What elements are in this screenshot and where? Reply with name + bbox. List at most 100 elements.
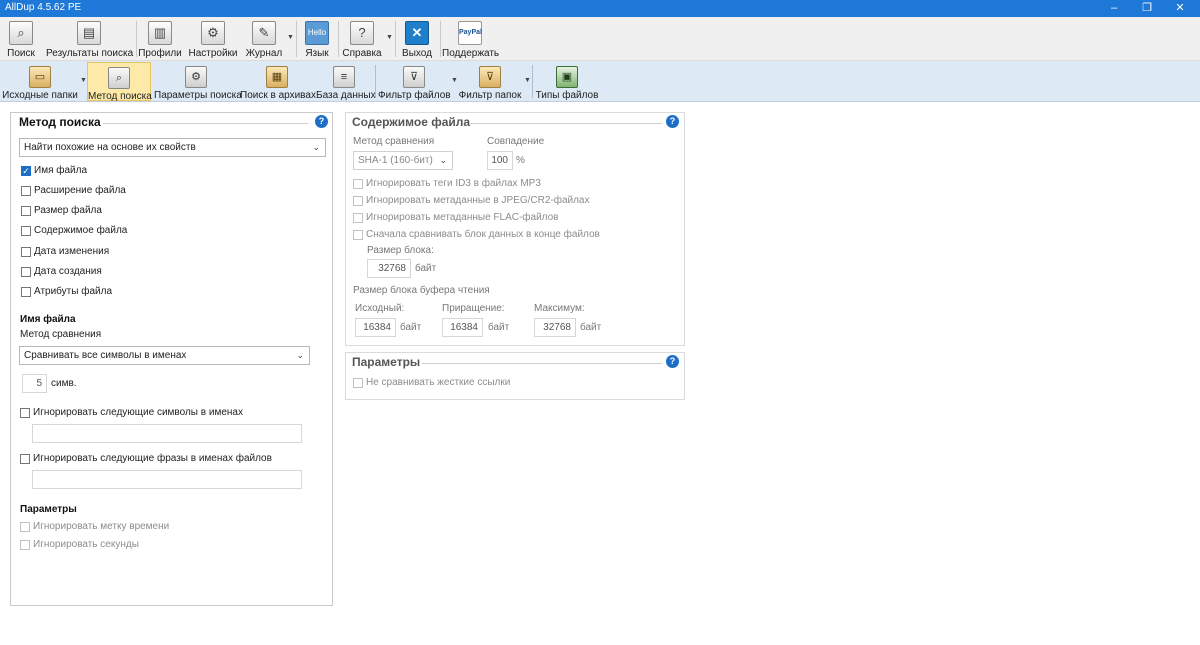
toolbar-exit-button[interactable]: ✕ Выход — [398, 19, 436, 59]
secondary-toolbar: ▭ Исходные папки ▼ ⌕ Метод поиска ⚙ Пара… — [0, 61, 1200, 102]
search-mode-select[interactable]: Найти похожие на основе их свойств ⌄ — [19, 138, 326, 157]
search-method-panel: Метод поиска ? Найти похожие на основе и… — [10, 112, 333, 606]
ignore-timestamp-label: Игнорировать метку времени — [33, 521, 170, 532]
close-button[interactable]: ✕ — [1163, 0, 1197, 17]
checkbox-icon — [353, 213, 363, 223]
exit-icon: ✕ — [405, 21, 429, 45]
file-filter-dropdown-arrow-icon[interactable]: ▼ — [451, 77, 458, 84]
tab-folder-filter[interactable]: ⊽ Фильтр папок — [458, 62, 522, 101]
folder-filter-dropdown-arrow-icon[interactable]: ▼ — [524, 77, 531, 84]
file-types-icon: ▣ — [556, 66, 578, 88]
hash-method-select[interactable]: SHA-1 (160-бит) ⌄ — [353, 151, 453, 170]
block-size-field[interactable]: 32768 — [367, 259, 411, 278]
initial-size-field[interactable]: 16384 — [355, 318, 396, 337]
property-filename-label: Имя файла — [34, 165, 88, 176]
log-dropdown-arrow-icon[interactable]: ▼ — [287, 34, 294, 41]
property-attributes-label: Атрибуты файла — [34, 286, 113, 297]
tab-file-types[interactable]: ▣ Типы файлов — [535, 62, 599, 101]
help-dropdown-arrow-icon[interactable]: ▼ — [386, 34, 393, 41]
tab-archive-search[interactable]: ▦ Поиск в архивах — [240, 62, 316, 101]
checkbox-icon — [353, 230, 363, 240]
ignore-chars-label: Игнорировать следующие символы в именах — [33, 407, 243, 418]
tab-search-params[interactable]: ⚙ Параметры поиска — [154, 62, 242, 101]
search-icon: ⌕ — [9, 21, 33, 45]
toolbar-results-button[interactable]: ▤ Результаты поиска — [46, 19, 134, 59]
help-icon[interactable]: ? — [666, 355, 679, 368]
toolbar-separator — [532, 65, 533, 98]
toolbar-settings-button[interactable]: ⚙ Настройки — [188, 19, 238, 59]
toolbar-profiles-button[interactable]: ▥ Профили — [138, 19, 182, 59]
match-label: Совпадение — [487, 136, 545, 147]
checkbox-icon — [20, 408, 30, 418]
chars-count-field[interactable]: 5 — [22, 374, 47, 393]
checkbox-icon — [21, 287, 31, 297]
toolbar-separator — [375, 65, 376, 98]
toolbar-profiles-label: Профили — [138, 48, 182, 59]
ignore-chars-input[interactable] — [32, 424, 302, 443]
toolbar-language-button[interactable]: Hello Язык — [299, 19, 335, 59]
help-icon[interactable]: ? — [315, 115, 328, 128]
checkbox-checked-icon: ✓ — [21, 166, 31, 176]
toolbar-results-label: Результаты поиска — [46, 48, 134, 59]
buffer-size-label: Размер блока буфера чтения — [353, 285, 490, 296]
toolbar-separator — [296, 21, 297, 57]
property-content-label: Содержимое файла — [34, 225, 128, 236]
chars-unit-label: симв. — [51, 378, 77, 389]
ignore-jpeg-label: Игнорировать метаданные в JPEG/CR2-файла… — [366, 195, 590, 206]
tab-source-folders[interactable]: ▭ Исходные папки — [2, 62, 78, 101]
minimize-button[interactable]: – — [1097, 0, 1131, 17]
toolbar-help-button[interactable]: ? Справка — [341, 19, 383, 59]
max-size-field[interactable]: 32768 — [534, 318, 576, 337]
match-percent-field[interactable]: 100 — [487, 151, 513, 170]
toolbar-donate-button[interactable]: PayPal Поддержать — [442, 19, 500, 59]
increment-size-field[interactable]: 16384 — [442, 318, 483, 337]
tab-database-label: База данных — [316, 90, 376, 101]
checkbox-icon — [353, 196, 363, 206]
toolbar-search-label: Поиск — [7, 48, 35, 59]
checkbox-icon — [20, 540, 30, 550]
toolbar-separator — [440, 21, 441, 57]
checkbox-icon — [353, 179, 363, 189]
tab-search-method-label: Метод поиска — [88, 91, 152, 102]
help-icon[interactable]: ? — [666, 115, 679, 128]
source-folders-dropdown-arrow-icon[interactable]: ▼ — [80, 77, 87, 84]
max-size-label: Максимум: — [534, 303, 585, 314]
chevron-down-icon: ⌄ — [439, 155, 447, 165]
section-divider — [422, 363, 662, 364]
ignore-phrases-input[interactable] — [32, 470, 302, 489]
checkbox-icon — [21, 247, 31, 257]
results-icon: ▤ — [77, 21, 101, 45]
maximize-button[interactable]: ❐ — [1130, 0, 1164, 17]
toolbar-separator — [136, 21, 137, 57]
tab-file-types-label: Типы файлов — [535, 90, 599, 101]
ignore-seconds-label: Игнорировать секунды — [33, 539, 139, 550]
params-section-title: Параметры — [20, 504, 77, 515]
tab-database[interactable]: ≡ База данных — [316, 62, 376, 101]
tab-search-method[interactable]: ⌕ Метод поиска — [87, 62, 152, 102]
ignore-phrases-label: Игнорировать следующие фразы в именах фа… — [33, 453, 272, 464]
toolbar-log-button[interactable]: ✎ Журнал — [244, 19, 284, 59]
ignore-id3-label: Игнорировать теги ID3 в файлах MP3 — [366, 178, 541, 189]
toolbar-log-label: Журнал — [245, 48, 283, 59]
toolbar-exit-label: Выход — [402, 48, 432, 59]
search-method-title: Метод поиска — [19, 115, 101, 129]
initial-size-label: Исходный: — [355, 303, 405, 314]
file-content-panel: Содержимое файла ? Метод сравнения SHA-1… — [345, 112, 685, 346]
toolbar-search-button[interactable]: ⌕ Поиск — [2, 19, 40, 59]
tab-folder-filter-label: Фильтр папок — [458, 90, 522, 101]
property-created-date-label: Дата создания — [34, 266, 102, 277]
file-content-title: Содержимое файла — [352, 115, 471, 129]
tab-file-filter[interactable]: ⊽ Фильтр файлов — [378, 62, 451, 101]
toolbar-donate-label: Поддержать — [442, 48, 500, 59]
checkbox-icon — [20, 522, 30, 532]
block-size-unit-label: байт — [415, 263, 437, 274]
help-icon: ? — [350, 21, 374, 45]
initial-size-unit-label: байт — [400, 322, 422, 333]
max-size-unit-label: байт — [580, 322, 602, 333]
increment-size-label: Приращение: — [442, 303, 505, 314]
title-bar: AllDup 4.5.62 PE – ❐ ✕ — [0, 0, 1200, 17]
block-size-label: Размер блока: — [367, 245, 434, 256]
compare-method-label: Метод сравнения — [20, 329, 102, 340]
filename-compare-method-select[interactable]: Сравнивать все символы в именах ⌄ — [19, 346, 310, 365]
tab-search-params-label: Параметры поиска — [154, 90, 242, 101]
